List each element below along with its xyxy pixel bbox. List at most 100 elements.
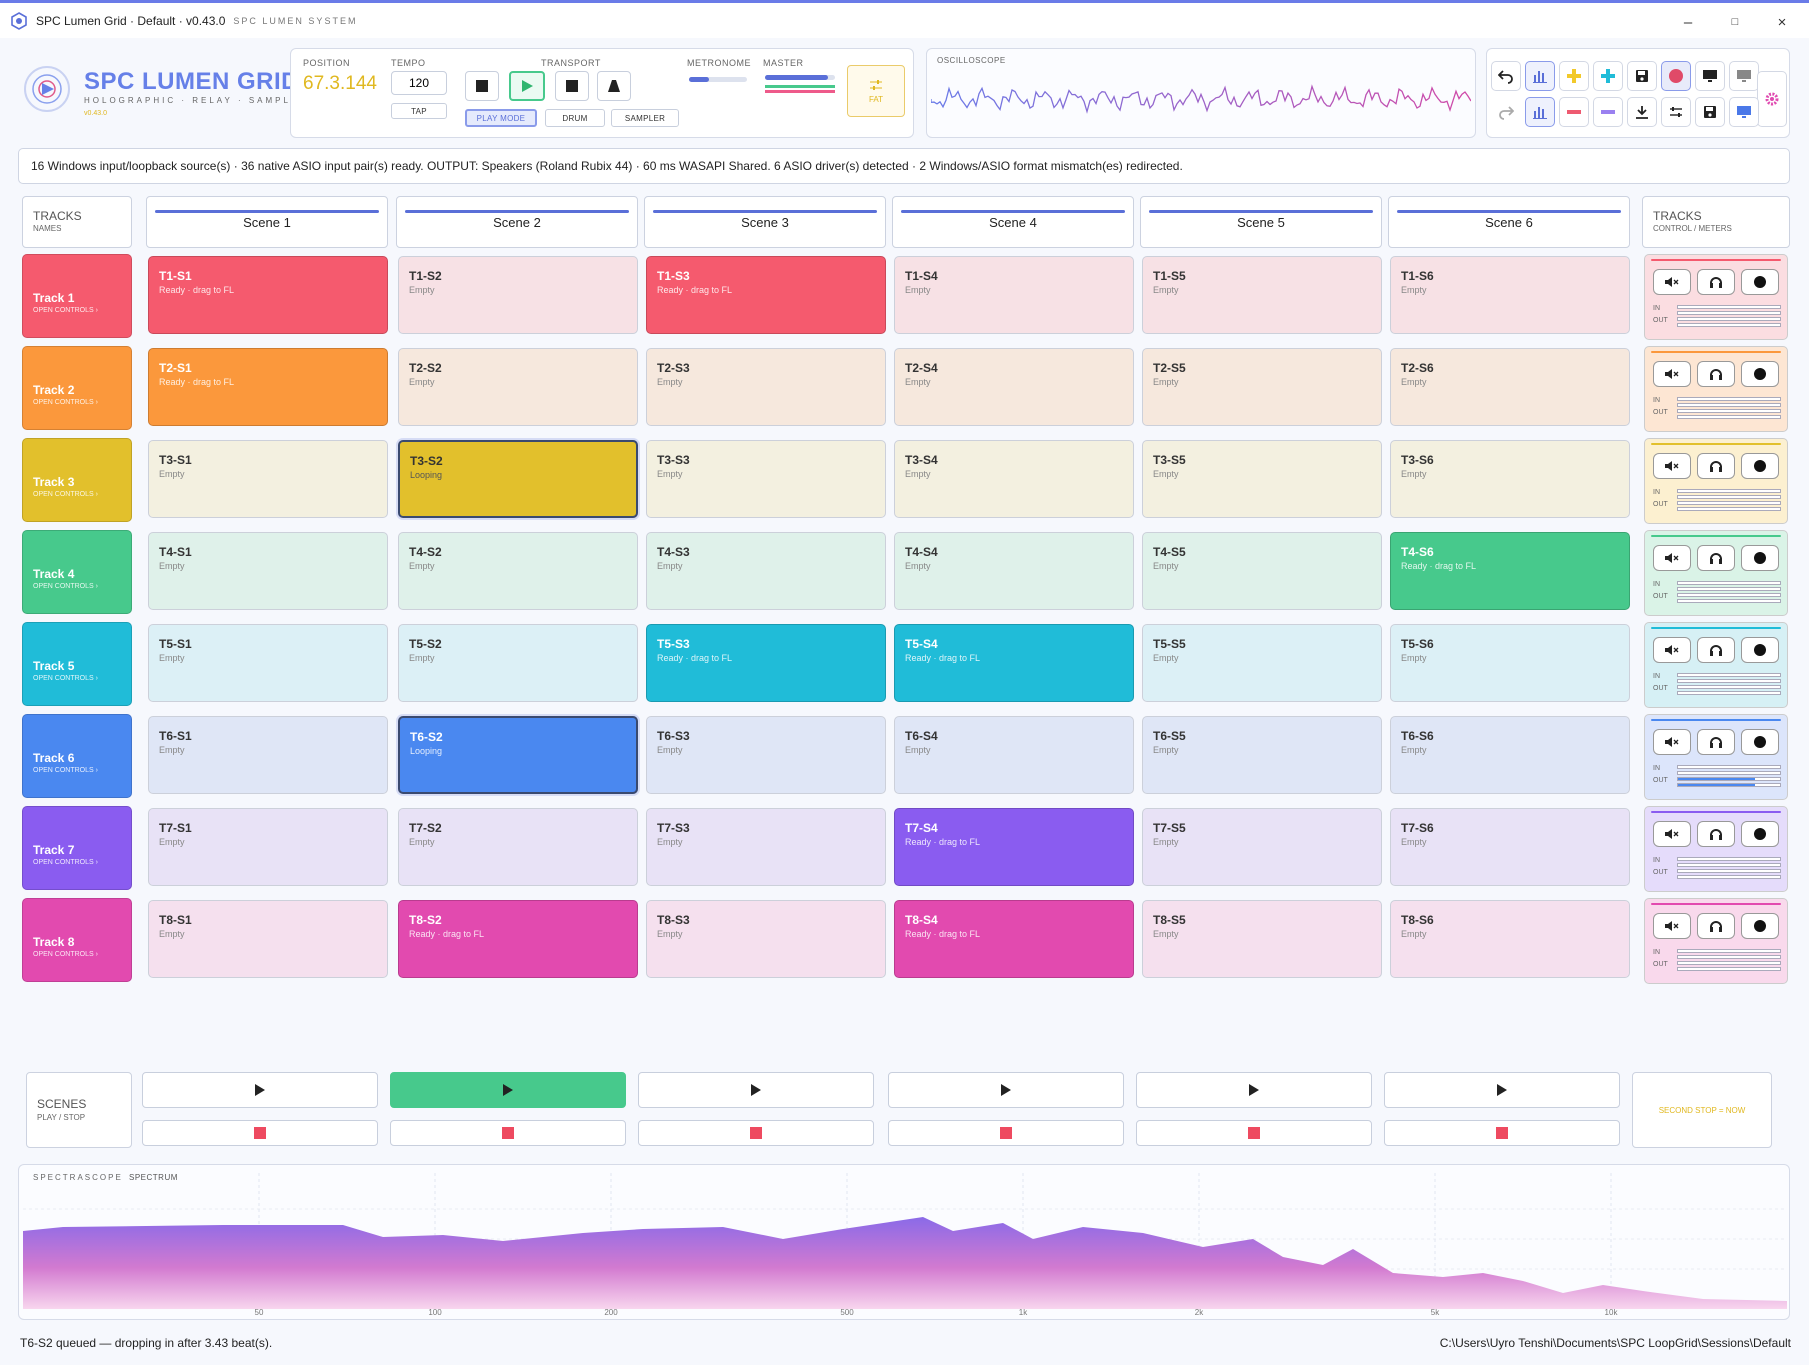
play-mode-button[interactable]: PLAY MODE [465, 109, 537, 127]
clip-slot[interactable]: T2-S3 Empty [646, 348, 886, 426]
mute-button[interactable] [1653, 637, 1691, 663]
track-button[interactable]: Track 8 OPEN CONTROLS › [22, 898, 132, 982]
scene-play-button[interactable] [1384, 1072, 1620, 1108]
clip-slot[interactable]: T7-S1 Empty [148, 808, 388, 886]
monitor-headphones-button[interactable] [1697, 453, 1735, 479]
clip-slot[interactable]: T8-S5 Empty [1142, 900, 1382, 978]
metronome-button[interactable] [597, 71, 631, 101]
display-button[interactable] [1729, 97, 1759, 127]
remove-scene-button[interactable] [1593, 97, 1623, 127]
arm-record-button[interactable] [1741, 361, 1779, 387]
save-button[interactable] [1627, 61, 1657, 91]
add-scene-button[interactable] [1593, 61, 1623, 91]
clip-slot[interactable]: T7-S4 Ready · drag to FL [894, 808, 1134, 886]
clip-slot[interactable]: T8-S3 Empty [646, 900, 886, 978]
clip-slot[interactable]: T1-S3 Ready · drag to FL [646, 256, 886, 334]
mute-button[interactable] [1653, 545, 1691, 571]
clip-slot[interactable]: T3-S2 Looping [398, 440, 638, 518]
track-button[interactable]: Track 5 OPEN CONTROLS › [22, 622, 132, 706]
clip-slot[interactable]: T2-S5 Empty [1142, 348, 1382, 426]
mute-button[interactable] [1653, 821, 1691, 847]
scene-header[interactable]: Scene 5 [1140, 196, 1382, 248]
clip-slot[interactable]: T5-S5 Empty [1142, 624, 1382, 702]
scene-header[interactable]: Scene 3 [644, 196, 886, 248]
minimize-button[interactable]: – [1668, 9, 1708, 35]
clip-slot[interactable]: T4-S3 Empty [646, 532, 886, 610]
arm-record-button[interactable] [1741, 821, 1779, 847]
clip-slot[interactable]: T3-S3 Empty [646, 440, 886, 518]
arm-record-button[interactable] [1741, 913, 1779, 939]
redo-button[interactable] [1491, 97, 1521, 127]
monitor-headphones-button[interactable] [1697, 545, 1735, 571]
scene-stop-button[interactable] [638, 1120, 874, 1146]
scene-stop-button[interactable] [1384, 1120, 1620, 1146]
clip-slot[interactable]: T6-S4 Empty [894, 716, 1134, 794]
track-button[interactable]: Track 2 OPEN CONTROLS › [22, 346, 132, 430]
clip-slot[interactable]: T4-S4 Empty [894, 532, 1134, 610]
scene-stop-button[interactable] [390, 1120, 626, 1146]
clip-slot[interactable]: T1-S2 Empty [398, 256, 638, 334]
arm-record-button[interactable] [1741, 729, 1779, 755]
scene-play-button[interactable] [390, 1072, 626, 1108]
scene-header[interactable]: Scene 1 [146, 196, 388, 248]
scene-play-button[interactable] [142, 1072, 378, 1108]
monitor-button[interactable] [1695, 61, 1725, 91]
undo-button[interactable] [1491, 61, 1521, 91]
stop-button[interactable] [465, 71, 499, 101]
clip-slot[interactable]: T3-S4 Empty [894, 440, 1134, 518]
clip-slot[interactable]: T7-S2 Empty [398, 808, 638, 886]
scene-stop-button[interactable] [142, 1120, 378, 1146]
track-button[interactable]: Track 4 OPEN CONTROLS › [22, 530, 132, 614]
sampler-mode-button[interactable]: SAMPLER [611, 109, 679, 127]
scene-play-button[interactable] [888, 1072, 1124, 1108]
scene-header[interactable]: Scene 6 [1388, 196, 1630, 248]
export-button[interactable] [1627, 97, 1657, 127]
master-volume-slider[interactable] [765, 75, 835, 80]
clip-slot[interactable]: T6-S1 Empty [148, 716, 388, 794]
clip-slot[interactable]: T6-S6 Empty [1390, 716, 1630, 794]
clip-slot[interactable]: T2-S6 Empty [1390, 348, 1630, 426]
metronome-volume-slider[interactable] [689, 77, 747, 82]
settings-button[interactable] [1757, 71, 1787, 127]
monitor-headphones-button[interactable] [1697, 729, 1735, 755]
analyzer-button[interactable] [1525, 61, 1555, 91]
clip-slot[interactable]: T6-S2 Looping [398, 716, 638, 794]
track-button[interactable]: Track 7 OPEN CONTROLS › [22, 806, 132, 890]
track-button[interactable]: Track 3 OPEN CONTROLS › [22, 438, 132, 522]
remove-track-button[interactable] [1559, 97, 1589, 127]
clip-slot[interactable]: T4-S2 Empty [398, 532, 638, 610]
scene-stop-button[interactable] [888, 1120, 1124, 1146]
clip-slot[interactable]: T8-S6 Empty [1390, 900, 1630, 978]
clip-slot[interactable]: T3-S6 Empty [1390, 440, 1630, 518]
monitor-headphones-button[interactable] [1697, 637, 1735, 663]
clip-slot[interactable]: T4-S6 Ready · drag to FL [1390, 532, 1630, 610]
arm-record-button[interactable] [1741, 545, 1779, 571]
monitor-headphones-button[interactable] [1697, 913, 1735, 939]
clip-slot[interactable]: T1-S1 Ready · drag to FL [148, 256, 388, 334]
scene-stop-button[interactable] [1136, 1120, 1372, 1146]
clip-slot[interactable]: T6-S5 Empty [1142, 716, 1382, 794]
clip-slot[interactable]: T4-S5 Empty [1142, 532, 1382, 610]
mixer-button[interactable] [1661, 97, 1691, 127]
track-button[interactable]: Track 6 OPEN CONTROLS › [22, 714, 132, 798]
clip-slot[interactable]: T7-S3 Empty [646, 808, 886, 886]
mute-button[interactable] [1653, 729, 1691, 755]
play-button[interactable] [509, 71, 545, 101]
mute-button[interactable] [1653, 453, 1691, 479]
track-button[interactable]: Track 1 OPEN CONTROLS › [22, 254, 132, 338]
clip-slot[interactable]: T1-S6 Empty [1390, 256, 1630, 334]
clip-slot[interactable]: T2-S1 Ready · drag to FL [148, 348, 388, 426]
clip-slot[interactable]: T3-S5 Empty [1142, 440, 1382, 518]
clip-slot[interactable]: T2-S4 Empty [894, 348, 1134, 426]
arm-record-button[interactable] [1741, 453, 1779, 479]
clip-slot[interactable]: T8-S4 Ready · drag to FL [894, 900, 1134, 978]
clip-slot[interactable]: T7-S6 Empty [1390, 808, 1630, 886]
scene-play-button[interactable] [1136, 1072, 1372, 1108]
monitor-headphones-button[interactable] [1697, 361, 1735, 387]
clip-slot[interactable]: T7-S5 Empty [1142, 808, 1382, 886]
add-track-button[interactable] [1559, 61, 1589, 91]
clip-slot[interactable]: T8-S1 Empty [148, 900, 388, 978]
monitor-alt-button[interactable] [1729, 61, 1759, 91]
clip-slot[interactable]: T5-S6 Empty [1390, 624, 1630, 702]
clip-slot[interactable]: T5-S4 Ready · drag to FL [894, 624, 1134, 702]
